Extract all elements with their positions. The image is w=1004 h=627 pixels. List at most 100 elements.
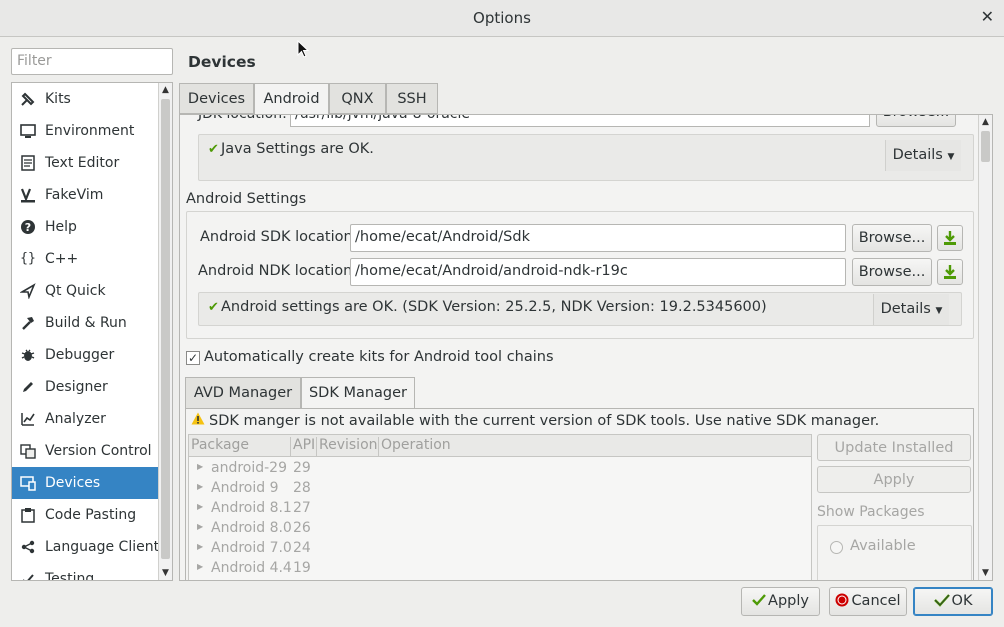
- sidebar-item-debugger[interactable]: Debugger: [12, 339, 159, 371]
- monitor-icon: [20, 123, 36, 139]
- package-name: Android 7.0: [211, 540, 292, 556]
- check-icon: [752, 590, 766, 617]
- braces-icon: {}: [20, 251, 36, 266]
- sidebar-item-analyzer[interactable]: Analyzer: [12, 403, 159, 435]
- cancel-button[interactable]: Cancel: [829, 587, 907, 616]
- scroll-up-icon[interactable]: ▲: [979, 115, 992, 129]
- sidebar-item-fakevim[interactable]: FakeVim: [12, 179, 159, 211]
- expand-arrow-icon[interactable]: ▶: [197, 542, 203, 551]
- android-status-text: Android settings are OK. (SDK Version: 2…: [221, 299, 767, 315]
- panel-scroll-thumb[interactable]: [981, 131, 990, 162]
- filter-input[interactable]: Filter: [11, 48, 173, 75]
- sidebar-item-qt-quick[interactable]: Qt Quick: [12, 275, 159, 307]
- sidebar: Kits Environment Text Editor FakeVim ? H…: [11, 82, 173, 581]
- sidebar-item-code-pasting[interactable]: Code Pasting: [12, 499, 159, 531]
- column-revision[interactable]: Revision: [317, 437, 379, 457]
- ok-button[interactable]: OK: [913, 587, 993, 616]
- sidebar-item-testing[interactable]: Testing: [12, 563, 159, 580]
- expand-arrow-icon[interactable]: ▶: [197, 502, 203, 511]
- expand-arrow-icon[interactable]: ▶: [197, 562, 203, 571]
- sidebar-item-cpp[interactable]: {} C++: [12, 243, 159, 275]
- table-row[interactable]: ▶ Android 4.4 19: [189, 559, 811, 579]
- tab-sdk-manager[interactable]: SDK Manager: [301, 377, 415, 410]
- panel-scrollbar[interactable]: ▲ ▼: [978, 115, 992, 580]
- table-row[interactable]: ▶ Android 8.0 26: [189, 519, 811, 539]
- expand-arrow-icon[interactable]: ▶: [197, 482, 203, 491]
- ndk-location-input[interactable]: /home/ecat/Android/android-ndk-r19c: [350, 258, 846, 286]
- table-row[interactable]: ▶ Android 9 28: [189, 479, 811, 499]
- column-operation[interactable]: Operation: [379, 437, 811, 457]
- sidebar-item-help[interactable]: ? Help: [12, 211, 159, 243]
- sidebar-item-environment[interactable]: Environment: [12, 115, 159, 147]
- code-pasting-icon: [20, 507, 36, 523]
- java-details-button[interactable]: Details ▼: [885, 140, 961, 171]
- tab-devices[interactable]: Devices: [179, 83, 254, 114]
- download-icon: [944, 231, 956, 245]
- jdk-row: JDK location: /usr/lib/jvm/java-8-oracle…: [198, 115, 968, 129]
- jdk-location-input[interactable]: /usr/lib/jvm/java-8-oracle: [290, 115, 870, 127]
- android-status-box: ✔ Android settings are OK. (SDK Version:…: [198, 292, 962, 326]
- tab-qnx[interactable]: QNX: [329, 83, 386, 114]
- scroll-down-icon[interactable]: ▼: [979, 566, 992, 580]
- update-installed-button[interactable]: Update Installed: [817, 434, 971, 461]
- sdk-download-button[interactable]: [937, 225, 963, 251]
- package-name: Android 4.4: [211, 560, 292, 576]
- window-titlebar: Options ✕: [0, 0, 1004, 37]
- sidebar-item-language-client[interactable]: Language Client: [12, 531, 159, 563]
- column-api[interactable]: API: [291, 437, 317, 457]
- package-api: 24: [293, 540, 311, 556]
- sidebar-scrollbar[interactable]: ▲ ▼: [158, 83, 172, 580]
- kits-icon: [20, 91, 36, 107]
- sidebar-item-text-editor[interactable]: Text Editor: [12, 147, 159, 179]
- scroll-down-icon[interactable]: ▼: [159, 566, 172, 580]
- warning-icon: [191, 412, 205, 429]
- ok-label: OK: [951, 593, 973, 609]
- radio-available[interactable]: [830, 541, 843, 554]
- devices-icon: [20, 475, 36, 491]
- auto-kits-label[interactable]: Automatically create kits for Android to…: [204, 349, 554, 365]
- sdk-browse-button[interactable]: Browse...: [852, 224, 932, 252]
- packages-table[interactable]: Package API Revision Operation ▶ android…: [188, 434, 812, 580]
- tab-ssh[interactable]: SSH: [386, 83, 438, 114]
- apply-button[interactable]: Apply: [741, 587, 820, 616]
- radio-available-label[interactable]: Available: [850, 538, 916, 554]
- sdk-location-input[interactable]: /home/ecat/Android/Sdk: [350, 224, 846, 252]
- jdk-browse-button[interactable]: Browse...: [876, 115, 956, 127]
- sidebar-scroll-thumb[interactable]: [161, 99, 170, 559]
- sidebar-item-designer[interactable]: Designer: [12, 371, 159, 403]
- expand-arrow-icon[interactable]: ▶: [197, 522, 203, 531]
- sidebar-item-label: Kits: [45, 91, 71, 107]
- ndk-download-button[interactable]: [937, 259, 963, 285]
- cancel-icon: [835, 590, 849, 617]
- package-name: android-29: [211, 460, 287, 476]
- show-packages-group: Available: [817, 525, 972, 580]
- sdk-warning-text: SDK manger is not available with the cur…: [209, 413, 880, 429]
- table-row[interactable]: ▶ Android 7.0 24: [189, 539, 811, 559]
- package-api: 28: [293, 480, 311, 496]
- sidebar-item-label: Help: [45, 219, 77, 235]
- table-row[interactable]: ▶ android-29 29: [189, 459, 811, 479]
- table-row[interactable]: ▶ Android 8.1 27: [189, 499, 811, 519]
- expand-arrow-icon[interactable]: ▶: [197, 462, 203, 471]
- sdk-apply-button[interactable]: Apply: [817, 466, 971, 493]
- download-icon: [944, 265, 956, 279]
- sidebar-item-label: Analyzer: [45, 411, 106, 427]
- sidebar-item-build-run[interactable]: Build & Run: [12, 307, 159, 339]
- tab-avd-manager[interactable]: AVD Manager: [185, 377, 301, 409]
- tab-android[interactable]: Android: [254, 83, 329, 115]
- auto-kits-checkbox[interactable]: ✓: [186, 351, 200, 365]
- column-package[interactable]: Package: [189, 437, 291, 457]
- sidebar-item-label: Environment: [45, 123, 135, 139]
- apply-label: Apply: [768, 593, 809, 609]
- close-icon[interactable]: ✕: [981, 7, 994, 26]
- ndk-browse-button[interactable]: Browse...: [852, 258, 932, 286]
- sidebar-item-version-control[interactable]: Version Control: [12, 435, 159, 467]
- cancel-label: Cancel: [851, 593, 901, 609]
- scroll-up-icon[interactable]: ▲: [159, 83, 172, 97]
- android-details-button[interactable]: Details ▼: [873, 294, 949, 325]
- sdk-warning: SDK manger is not available with the cur…: [191, 412, 879, 429]
- text-editor-icon: [20, 155, 36, 171]
- sidebar-item-kits[interactable]: Kits: [12, 83, 159, 115]
- sidebar-item-devices[interactable]: Devices: [12, 467, 159, 499]
- ndk-location-row: Android NDK location: /home/ecat/Android…: [180, 258, 970, 286]
